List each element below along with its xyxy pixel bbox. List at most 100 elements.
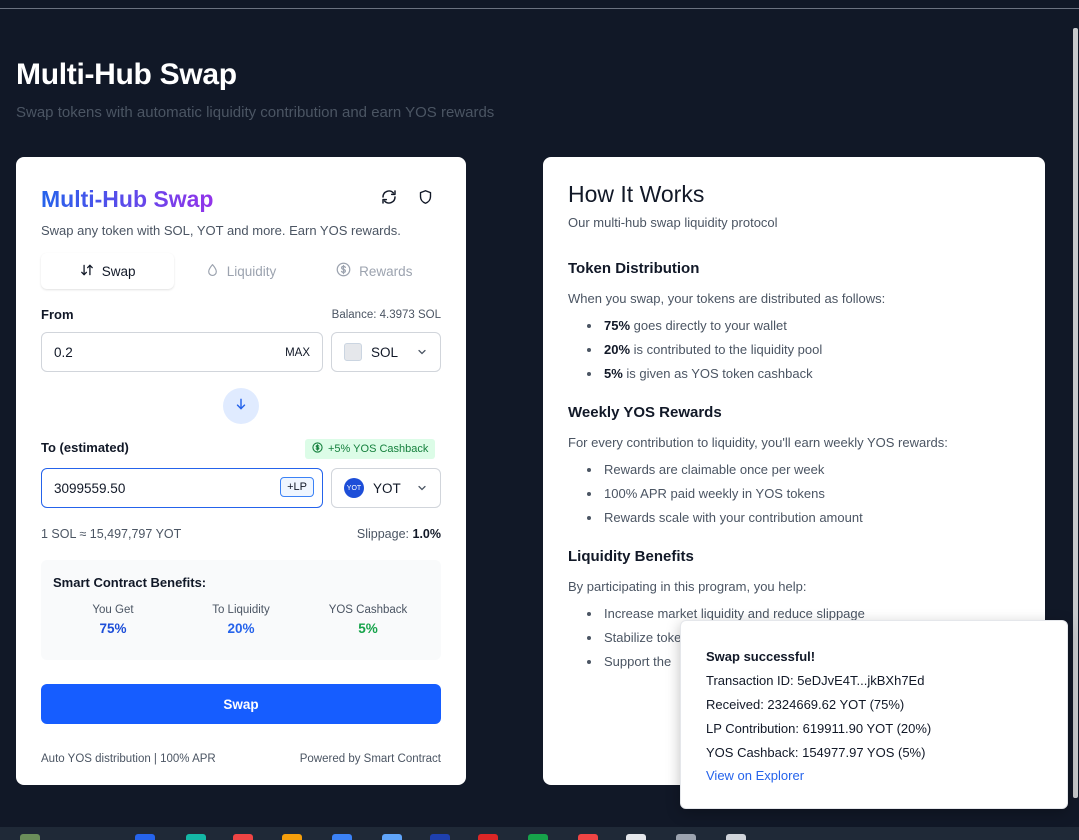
page-title: Multi-Hub Swap	[16, 58, 237, 91]
from-balance: Balance: 4.3973 SOL	[331, 309, 441, 321]
benefit-value: 5%	[358, 621, 378, 636]
slippage-label: Slippage:	[356, 527, 410, 541]
benefit-you-get: You Get 75%	[58, 604, 168, 636]
list-item-text: goes directly to your wallet	[630, 318, 787, 333]
benefit-to-liquidity: To Liquidity 20%	[186, 604, 296, 636]
yot-token-icon: YOT	[344, 478, 364, 498]
taskbar-app-icon[interactable]	[626, 834, 646, 840]
tab-rewards[interactable]: Rewards	[308, 253, 441, 289]
lp-badge: +LP	[280, 477, 314, 497]
top-divider	[0, 8, 1079, 9]
slippage-value: 1.0%	[412, 527, 442, 541]
swap-success-toast: Swap successful! Transaction ID: 5eDJvE4…	[680, 620, 1068, 809]
toast-title: Swap successful!	[706, 649, 816, 664]
distribution-list: 75% goes directly to your wallet 20% is …	[583, 317, 822, 389]
slippage: Slippage: 1.0%	[357, 527, 441, 541]
section-intro: For every contribution to liquidity, you…	[568, 435, 948, 450]
taskbar-app-icon[interactable]	[726, 834, 746, 840]
rewards-list: Rewards are claimable once per week 100%…	[583, 461, 863, 533]
toast-yos-cashback: YOS Cashback: 154977.97 YOS (5%)	[706, 745, 926, 760]
page-subtitle: Swap tokens with automatic liquidity con…	[16, 104, 495, 121]
view-on-explorer-link[interactable]: View on Explorer	[706, 768, 804, 783]
arrow-down-icon	[234, 397, 248, 416]
taskbar-app-icon[interactable]	[186, 834, 206, 840]
to-token-select[interactable]: YOT YOT	[331, 468, 441, 508]
toast-transaction-id: Transaction ID: 5eDJvE4T...jkBXh7Ed	[706, 673, 925, 688]
tab-liquidity[interactable]: Liquidity	[174, 253, 307, 289]
taskbar-app-icon[interactable]	[135, 834, 155, 840]
from-token-select[interactable]: SOL	[331, 332, 441, 372]
to-amount-value: 3099559.50	[54, 480, 126, 496]
from-label: From	[41, 307, 74, 322]
max-button[interactable]: MAX	[285, 347, 310, 359]
how-it-works-title: How It Works	[568, 181, 705, 207]
dollar-circle-icon	[312, 442, 323, 456]
droplet-icon	[206, 263, 219, 280]
list-item: 75% goes directly to your wallet	[583, 317, 822, 341]
section-heading: Token Distribution	[568, 260, 700, 277]
swap-arrows-icon	[80, 263, 94, 280]
list-item: 5% is given as YOS token cashback	[583, 365, 822, 389]
list-item: Rewards scale with your contribution amo…	[583, 509, 863, 533]
list-item-bold: 20%	[604, 342, 631, 357]
benefit-value: 75%	[99, 621, 127, 636]
to-amount-input[interactable]: 3099559.50 +LP	[41, 468, 323, 508]
list-item-text: is given as YOS token cashback	[622, 366, 813, 381]
benefit-label: YOS Cashback	[328, 604, 408, 616]
benefit-label: To Liquidity	[212, 604, 270, 616]
page-scrollbar-thumb[interactable]	[1073, 28, 1078, 798]
toast-received: Received: 2324669.62 YOT (75%)	[706, 697, 905, 712]
swap-card: Multi-Hub Swap Swap any token with SOL, …	[16, 157, 466, 785]
taskbar-app-icon[interactable]	[282, 834, 302, 840]
taskbar-app-icon[interactable]	[382, 834, 402, 840]
taskbar-app-icon[interactable]	[478, 834, 498, 840]
to-label: To (estimated)	[41, 440, 129, 455]
from-amount-input[interactable]: 0.2 MAX	[41, 332, 323, 372]
section-intro: When you swap, your tokens are distribut…	[568, 291, 886, 306]
list-item-bold: 75%	[604, 318, 631, 333]
tab-rewards-label: Rewards	[359, 263, 413, 279]
cashback-badge-label: +5% YOS Cashback	[328, 443, 429, 455]
sol-token-icon	[344, 343, 362, 361]
shield-icon[interactable]	[415, 187, 435, 207]
swap-tabs: Swap Liquidity Rewards	[41, 253, 441, 289]
section-heading: Liquidity Benefits	[568, 548, 694, 565]
benefit-yos-cashback: YOS Cashback 5%	[313, 604, 423, 636]
benefits-title: Smart Contract Benefits:	[53, 575, 207, 590]
swap-button[interactable]: Swap	[41, 684, 441, 724]
list-item: 100% APR paid weekly in YOS tokens	[583, 485, 863, 509]
swap-card-title: Multi-Hub Swap	[41, 186, 214, 212]
toast-lp-contribution: LP Contribution: 619911.90 YOT (20%)	[706, 721, 932, 736]
taskbar-app-icon[interactable]	[676, 834, 696, 840]
exchange-rate: 1 SOL ≈ 15,497,797 YOT	[41, 527, 182, 541]
from-token-label: SOL	[371, 344, 399, 360]
refresh-icon[interactable]	[379, 187, 399, 207]
tab-swap[interactable]: Swap	[41, 253, 175, 289]
list-item: Rewards are claimable once per week	[583, 461, 863, 485]
section-intro: By participating in this program, you he…	[568, 579, 807, 594]
taskbar-app-icon[interactable]	[578, 834, 598, 840]
how-it-works-subtitle: Our multi-hub swap liquidity protocol	[568, 215, 778, 230]
switch-direction-button[interactable]	[223, 388, 259, 424]
taskbar-app-icon[interactable]	[332, 834, 352, 840]
from-amount-value: 0.2	[54, 344, 73, 360]
footer-distribution: Auto YOS distribution | 100% APR	[41, 753, 216, 765]
swap-card-subtitle: Swap any token with SOL, YOT and more. E…	[41, 223, 401, 238]
chevron-down-icon	[416, 482, 428, 497]
taskbar-app-icon[interactable]	[233, 834, 253, 840]
tab-liquidity-label: Liquidity	[226, 263, 277, 279]
taskbar-app-icon[interactable]	[430, 834, 450, 840]
taskbar-app-icon[interactable]	[528, 834, 548, 840]
list-item-text: is contributed to the liquidity pool	[630, 342, 823, 357]
section-heading: Weekly YOS Rewards	[568, 404, 722, 421]
to-token-label: YOT	[373, 480, 401, 496]
footer-powered-by: Powered by Smart Contract	[299, 753, 441, 765]
taskbar-app-icon[interactable]	[20, 834, 40, 840]
list-item-bold: 5%	[604, 366, 623, 381]
cashback-badge: +5% YOS Cashback	[305, 439, 436, 459]
chevron-down-icon	[416, 346, 428, 361]
list-item: 20% is contributed to the liquidity pool	[583, 341, 822, 365]
tab-swap-label: Swap	[101, 263, 136, 279]
dollar-circle-icon	[336, 262, 351, 280]
benefits-panel: Smart Contract Benefits: You Get 75% To …	[41, 560, 441, 660]
